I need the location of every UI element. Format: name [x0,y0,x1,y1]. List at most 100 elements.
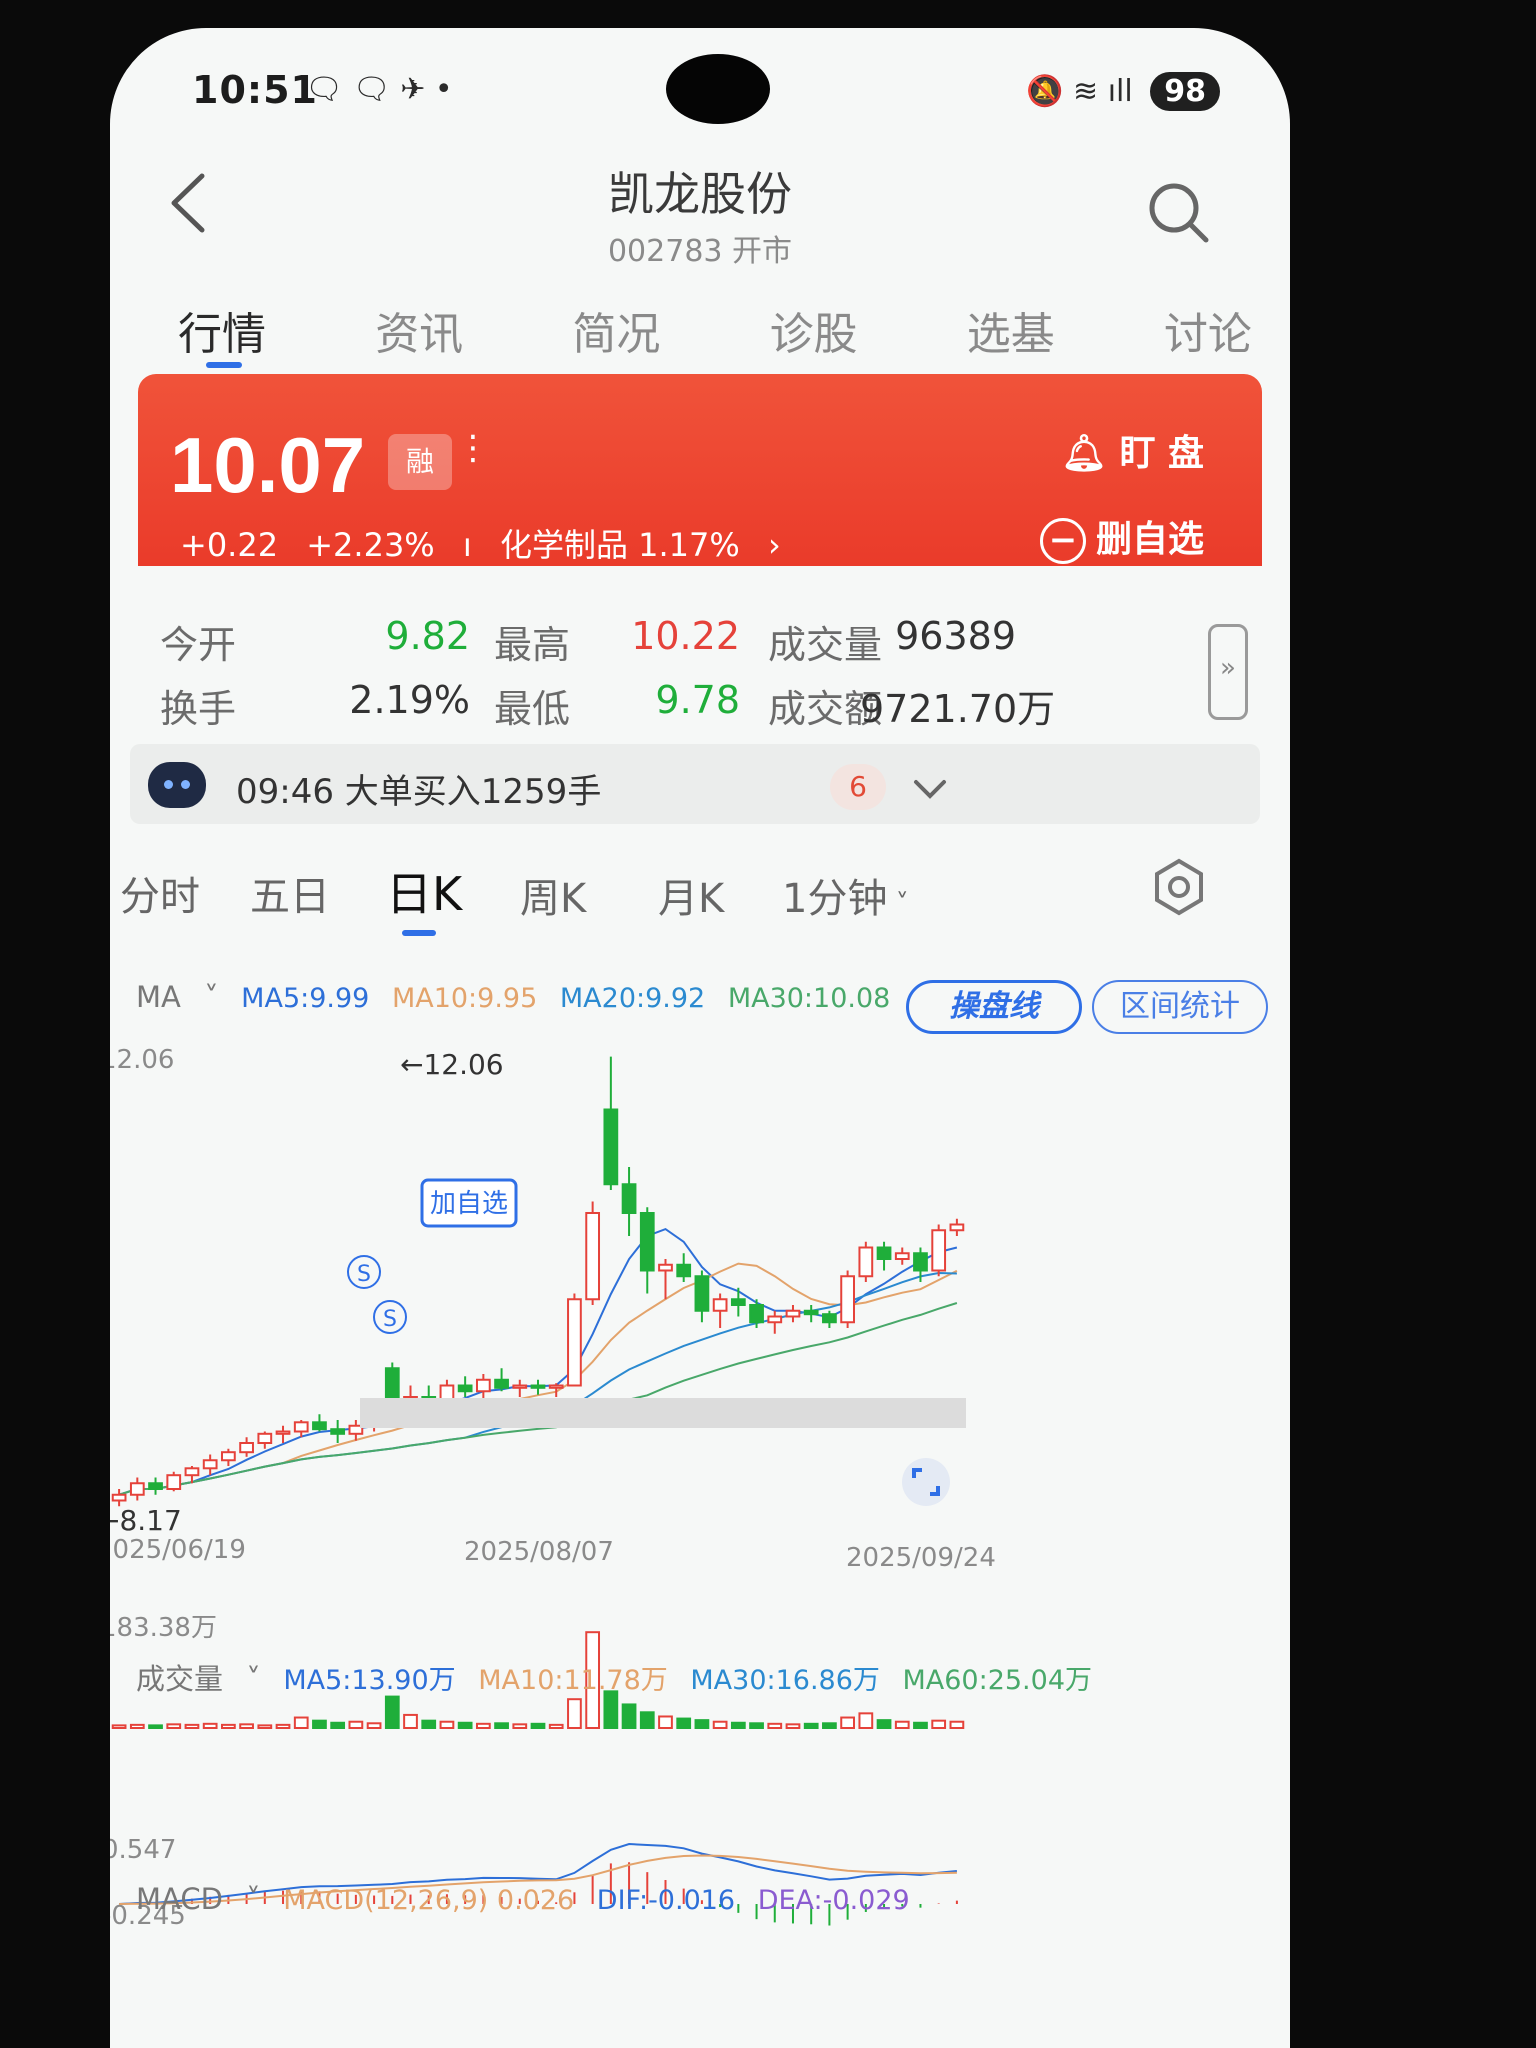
volume-legend: 成交量 ˅ MA5:13.90万 MA10:11.78万 MA30:16.86万… [136,1656,1106,1698]
candle-body [312,1421,327,1431]
candle-body [221,1451,236,1462]
volume-bar [111,1724,127,1730]
volume-bar [730,1721,746,1729]
volume-bar [840,1716,855,1730]
kline-y-max-label: 12.06 [110,1045,174,1075]
ma-selector[interactable]: MA ˅ [136,980,219,1014]
candle-body [148,1482,163,1490]
tab-intraday[interactable]: 分时 [120,864,200,922]
volume-bar [403,1713,418,1729]
status-time: 10:51 [192,68,318,112]
volume-y-max-label: 183.38万 [110,1613,217,1643]
volume-bar [475,1722,491,1729]
signal-label-1: S [357,1262,371,1287]
vol-ma30: MA30:16.86万 [690,1665,880,1696]
sector-link[interactable]: 化学制品 1.17% [500,526,740,564]
signal-label-2: S [383,1307,397,1332]
search-icon[interactable] [1144,178,1214,248]
system-icons: 🔕 ≋ ıll 98 [1026,72,1220,111]
stock-name: 凯龙股份 [608,167,792,221]
candle-body [894,1252,910,1260]
chevron-right-icon[interactable]: › [768,526,781,564]
operation-line-button[interactable]: 操盘线 [906,980,1082,1034]
low-label: 最低 [494,687,571,731]
candle-body [457,1384,473,1393]
volume-bar [384,1695,400,1730]
tab-diagnosis[interactable]: 诊股 [752,298,876,362]
tab-weekly-k[interactable]: 周K [520,866,586,924]
tab-daily-k[interactable]: 日K [386,858,462,936]
candle-body [840,1275,855,1324]
candle-body [129,1482,145,1496]
candle-body [530,1384,546,1389]
add-watch-tag[interactable]: 加自选 [420,1178,518,1228]
volume-bar [312,1719,327,1730]
volume-bar [712,1720,728,1729]
volume-bar [658,1715,673,1729]
tab-funds[interactable]: 选基 [949,298,1073,362]
candle-body [111,1493,127,1502]
open-label: 今开 [160,623,237,667]
watch-button[interactable]: 🔔︎ 盯 盘 [1061,424,1204,476]
range-stats-button[interactable]: 区间统计 [1092,980,1268,1034]
macd-dif: DIF:-0.016 [596,1885,736,1916]
tab-five-day[interactable]: 五日 [250,864,330,922]
phone-screen: 10:51 🗨 🗨 ✈ • 🔕 ≋ ıll 98 凯龙股份 002783 开市 … [110,28,1290,2048]
candle-body [712,1298,728,1312]
tab-profile[interactable]: 简况 [554,298,678,362]
macd-params: MACD(12,26,9) 0.026 [283,1885,575,1916]
main-tabs: 行情 资讯 简况 诊股 选基 讨论 [160,298,1270,368]
more-icon[interactable]: ⋮ [456,428,490,468]
minus-circle-icon: − [1039,518,1086,564]
open-value: 9.82 [385,614,470,658]
candle-body [913,1252,928,1272]
volume-bar [439,1720,455,1729]
volume-bar [293,1716,309,1730]
candle-body [330,1428,346,1435]
candle-body [475,1378,491,1393]
margin-badge[interactable]: 融 [388,434,452,490]
volume-bar [239,1723,254,1729]
ma5-line [118,1227,958,1496]
candle-body [658,1263,673,1272]
candle-body [876,1246,892,1260]
vol-ma5: MA5:13.90万 [283,1665,456,1696]
volume-bar [785,1723,801,1729]
signal-marker[interactable]: S S [347,1255,407,1334]
macd-dea: DEA:-0.029 [757,1885,910,1916]
volume-bar [494,1722,509,1729]
candle-body [567,1298,582,1387]
fullscreen-icon[interactable] [902,1458,950,1506]
ticker-count-badge: 6 [830,764,886,810]
bell-icon: 🔔︎ [1061,433,1120,474]
candle-body [184,1467,200,1477]
candle-body [931,1229,947,1272]
candle-body [767,1315,783,1324]
volume-bar [803,1722,819,1729]
expand-quote-icon[interactable]: » [1208,624,1248,720]
ma30-value: MA30:10.08 [727,983,891,1014]
price-change-row: +0.22 +2.23% ı 化学制品 1.17% › [180,520,799,566]
candle-body [512,1384,528,1389]
support-band [360,1398,966,1428]
ma10-value: MA10:9.95 [391,983,538,1014]
chevron-down-icon[interactable] [910,774,950,804]
candle-body [293,1421,309,1433]
remove-watchlist-button[interactable]: − 删自选 [1039,510,1204,564]
macd-selector[interactable]: MACD ˅ [136,1882,261,1916]
candle-body [803,1309,819,1316]
volume-bar [858,1712,874,1730]
tab-discussion[interactable]: 讨论 [1146,298,1270,362]
current-price: 10.07 [170,421,366,509]
tab-minute-dropdown[interactable]: 1分钟 ˅ [782,866,909,924]
tab-quote[interactable]: 行情 [160,298,284,368]
minute-label: 1分钟 [782,876,888,922]
candle-body [639,1212,655,1272]
period-tabs: 分时 五日 日K 周K 月K 1分钟 ˅ [110,854,1290,936]
volume-selector[interactable]: 成交量 ˅ [136,1662,261,1696]
ticker-text[interactable]: 09:46 大单买入1259手 [236,764,601,813]
gear-icon[interactable] [1150,858,1208,916]
tab-news[interactable]: 资讯 [357,298,481,362]
tab-monthly-k[interactable]: 月K [658,866,724,924]
high-value: 10.22 [631,614,740,658]
